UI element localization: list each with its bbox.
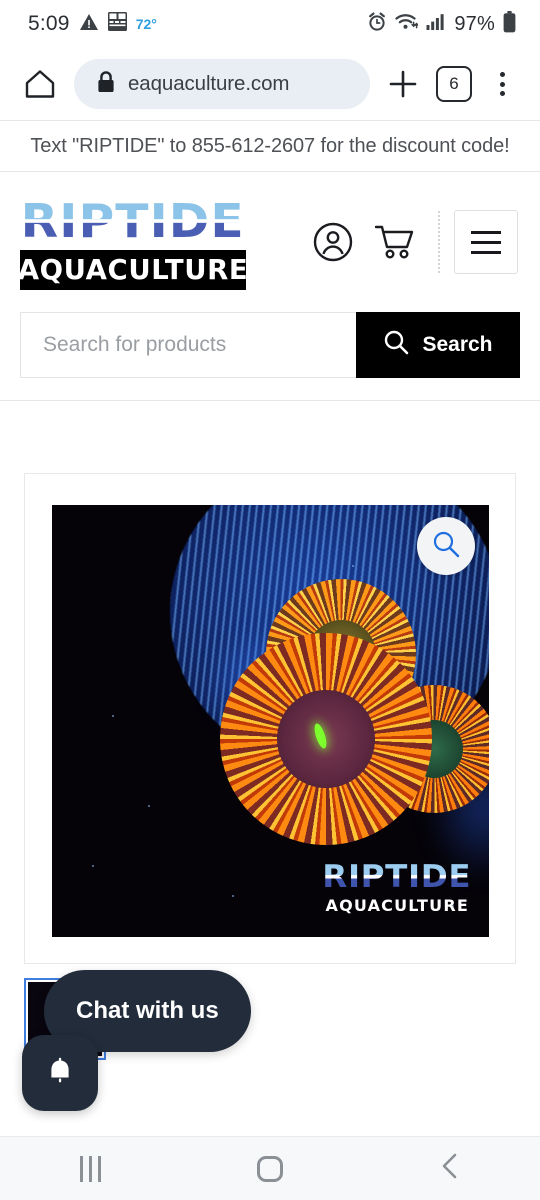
status-bar: 5:09 72° 97% xyxy=(0,0,540,48)
logo-subtitle-bar: AQUACULTURE xyxy=(17,249,249,290)
warning-triangle-icon xyxy=(79,13,99,36)
product-gallery: RIPTIDE AQUACULTURE xyxy=(0,401,540,964)
home-square-icon xyxy=(257,1155,283,1182)
logo-wordmark: RIPTIDE xyxy=(20,193,246,248)
alarm-icon xyxy=(367,12,387,37)
cart-icon[interactable] xyxy=(364,211,426,273)
hamburger-menu-button[interactable] xyxy=(454,210,518,274)
watermark-subtitle: AQUACULTURE xyxy=(325,896,469,915)
header-divider xyxy=(438,211,440,273)
chat-prompt-text: Chat with us xyxy=(76,997,219,1024)
cellular-signal-icon xyxy=(426,13,446,36)
account-icon[interactable] xyxy=(302,211,364,273)
url-text: eaquaculture.com xyxy=(128,72,290,95)
logo-subtitle: AQUACULTURE xyxy=(17,253,249,286)
url-bar[interactable]: eaquaculture.com xyxy=(74,59,370,109)
product-main-image[interactable]: RIPTIDE AQUACULTURE xyxy=(52,505,489,937)
tabs-counter-button[interactable]: 6 xyxy=(436,66,472,102)
tabs-count-label: 6 xyxy=(449,74,459,93)
overflow-menu-icon[interactable] xyxy=(482,60,522,108)
status-battery-percent: 97% xyxy=(454,12,495,35)
watermark-wordmark: RIPTIDE xyxy=(322,859,472,895)
search-row: Search xyxy=(0,312,540,378)
back-chevron-icon xyxy=(437,1151,463,1186)
status-bar-right: 97% xyxy=(367,10,516,38)
nav-recents-button[interactable] xyxy=(30,1137,150,1200)
status-time: 5:09 xyxy=(28,12,70,35)
status-temperature: 72° xyxy=(135,16,157,32)
promo-banner: Text "RIPTIDE" to 855-612-2607 for the d… xyxy=(0,120,540,172)
header-actions xyxy=(302,210,518,274)
promo-text: Text "RIPTIDE" to 855-612-2607 for the d… xyxy=(30,134,510,157)
product-image-card: RIPTIDE AQUACULTURE xyxy=(24,473,516,964)
phone-screen: 5:09 72° 97% eaquaculture.com 6 Text "RI… xyxy=(0,0,540,1200)
nav-home-button[interactable] xyxy=(210,1137,330,1200)
search-icon xyxy=(383,329,409,361)
browser-toolbar: eaquaculture.com 6 xyxy=(0,48,540,120)
search-button-label: Search xyxy=(422,333,493,356)
weather-widget-icon xyxy=(107,12,127,36)
wifi-icon xyxy=(395,12,420,36)
zoom-magnifier-icon xyxy=(431,529,461,564)
lock-icon xyxy=(96,70,116,99)
image-zoom-button[interactable] xyxy=(417,517,475,575)
search-input[interactable] xyxy=(20,312,356,378)
battery-icon xyxy=(503,10,516,38)
search-bar: Search xyxy=(20,312,520,378)
recents-icon xyxy=(79,1155,101,1182)
logo-wordmark-wrap: RIPTIDE xyxy=(20,193,246,248)
image-watermark: RIPTIDE AQUACULTURE xyxy=(323,860,471,915)
search-button[interactable]: Search xyxy=(356,312,520,378)
home-icon[interactable] xyxy=(16,60,64,108)
bell-icon xyxy=(43,1054,77,1093)
nav-back-button[interactable] xyxy=(390,1137,510,1200)
new-tab-plus-icon[interactable] xyxy=(380,60,426,108)
chat-launcher-button[interactable] xyxy=(22,1035,98,1111)
android-nav-bar xyxy=(0,1136,540,1200)
site-header: RIPTIDE AQUACULTURE xyxy=(0,172,540,312)
site-logo[interactable]: RIPTIDE AQUACULTURE xyxy=(17,193,249,290)
status-bar-left: 5:09 72° xyxy=(28,12,157,36)
